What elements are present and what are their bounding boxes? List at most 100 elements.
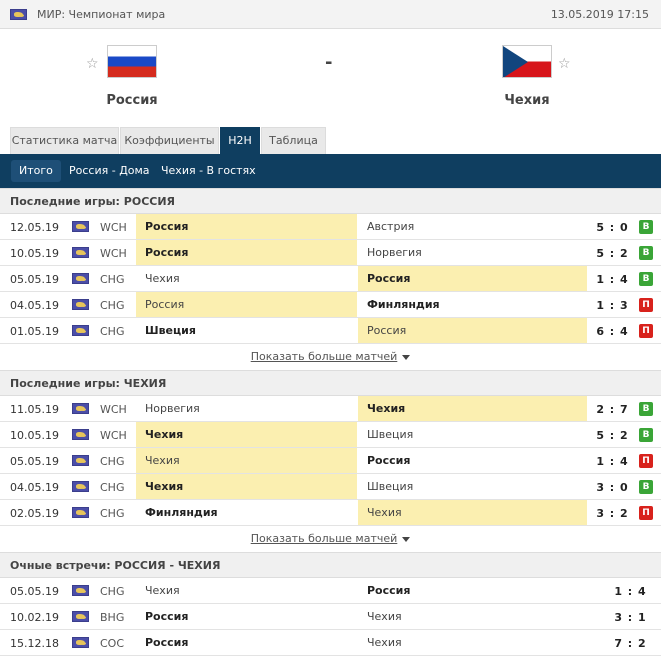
section-header: Последние игры: РОССИЯ: [0, 188, 661, 214]
match-score: 1 : 3: [596, 299, 629, 312]
subtab-russia-home[interactable]: Россия - Дома: [61, 160, 158, 182]
world-flag-icon: [72, 637, 89, 648]
match-score: 3 : 0: [596, 481, 629, 494]
match-date: 10.05.19: [10, 429, 59, 442]
section-header: Последние игры: ЧЕХИЯ: [0, 370, 661, 396]
czech-flag-icon: [502, 45, 552, 78]
world-flag-icon: [72, 403, 89, 414]
show-more-label[interactable]: Показать больше матчей: [251, 350, 398, 363]
competition-code: CHG: [100, 299, 125, 312]
match-date: 05.05.19: [10, 455, 59, 468]
away-team-name[interactable]: Чехия: [467, 93, 587, 108]
home-team-cell: Чехия: [145, 584, 180, 597]
away-team-cell: Австрия: [367, 220, 415, 233]
result-badge: П: [639, 454, 653, 468]
match-row[interactable]: 10.02.19 BHG Россия Чехия 3 : 1: [0, 604, 661, 630]
match-score: 5 : 0: [596, 221, 629, 234]
match-row[interactable]: 10.05.19 WCH Россия Норвегия 5 : 2 В: [0, 240, 661, 266]
match-date: 11.05.19: [10, 403, 59, 416]
world-flag-icon: [72, 325, 89, 336]
score-separator: -: [325, 52, 333, 73]
match-date: 05.05.19: [10, 273, 59, 286]
away-team-cell: Швеция: [367, 480, 414, 493]
home-team-cell: Россия: [136, 292, 357, 317]
match-row[interactable]: 01.05.19 CHG Швеция Россия 6 : 4 П: [0, 318, 661, 344]
result-badge: П: [639, 298, 653, 312]
match-row[interactable]: 12.05.19 WCH Россия Австрия 5 : 0 В: [0, 214, 661, 240]
match-row[interactable]: 05.05.19 CHG Чехия Россия 1 : 4 П: [0, 448, 661, 474]
section-header: Очные встречи: РОССИЯ - ЧЕХИЯ: [0, 552, 661, 578]
away-team-cell: Чехия: [367, 610, 402, 623]
tab-h2h[interactable]: H2H: [220, 127, 260, 154]
match-row[interactable]: 04.05.19 CHG Чехия Швеция 3 : 0 В: [0, 474, 661, 500]
away-team-cell: Норвегия: [367, 246, 422, 259]
match-score: 6 : 4: [596, 325, 629, 338]
match-score: 2 : 7: [596, 403, 629, 416]
match-date: 15.12.18: [10, 637, 59, 650]
away-team-cell: Финляндия: [367, 298, 440, 311]
h2h-subnav: Итого Россия - Дома Чехия - В гостях: [0, 154, 661, 188]
match-date: 10.02.19: [10, 611, 59, 624]
favorite-away-star-icon[interactable]: ☆: [558, 56, 571, 72]
result-badge: П: [639, 324, 653, 338]
competition-title[interactable]: МИР: Чемпионат мира: [37, 8, 165, 21]
tab-odds[interactable]: Коэффициенты: [120, 127, 219, 154]
away-team-cell: Чехия: [367, 636, 402, 649]
world-flag-icon: [72, 611, 89, 622]
match-row[interactable]: 02.05.19 CHG Финляндия Чехия 3 : 2 П: [0, 500, 661, 526]
match-score: 3 : 1: [614, 611, 647, 624]
competition-code: CHG: [100, 507, 125, 520]
tab-table[interactable]: Таблица: [261, 127, 326, 154]
competition-code: WCH: [100, 221, 127, 234]
away-team[interactable]: Чехия: [467, 45, 587, 108]
match-row[interactable]: 05.05.19 CHG Чехия Россия 1 : 4: [0, 578, 661, 604]
match-score: 5 : 2: [596, 247, 629, 260]
home-team[interactable]: Россия: [72, 45, 192, 108]
match-row[interactable]: 10.05.19 WCH Чехия Швеция 5 : 2 В: [0, 422, 661, 448]
world-flag-icon: [72, 221, 89, 232]
show-more-matches-link[interactable]: Показать больше матчей: [0, 526, 661, 552]
competition-code: WCH: [100, 403, 127, 416]
result-badge: В: [639, 272, 653, 286]
world-flag-icon: [72, 455, 89, 466]
match-score: 1 : 4: [596, 455, 629, 468]
world-flag-icon: [72, 481, 89, 492]
tab-match-stats[interactable]: Статистика матча: [10, 127, 119, 154]
competition-code: CHG: [100, 455, 125, 468]
home-team-name[interactable]: Россия: [72, 93, 192, 108]
competition-code: CHG: [100, 273, 125, 286]
result-badge: В: [639, 428, 653, 442]
home-team-cell: Норвегия: [145, 402, 200, 415]
subtab-overall[interactable]: Итого: [11, 160, 61, 182]
home-team-cell: Финляндия: [145, 506, 218, 519]
world-flag-icon: [72, 299, 89, 310]
match-score: 7 : 2: [614, 637, 647, 650]
match-row[interactable]: 04.05.19 CHG Россия Финляндия 1 : 3 П: [0, 292, 661, 318]
home-team-cell: Чехия: [136, 448, 357, 473]
away-team-cell: Россия: [367, 454, 411, 467]
competition-code: BHG: [100, 611, 125, 624]
result-badge: В: [639, 480, 653, 494]
result-badge: В: [639, 220, 653, 234]
competition-code: CHG: [100, 481, 125, 494]
subtab-czech-away[interactable]: Чехия - В гостях: [153, 160, 264, 182]
away-team-cell: Чехия: [358, 396, 587, 421]
home-team-cell: Чехия: [136, 422, 357, 447]
competition-code: CHG: [100, 585, 125, 598]
world-flag-icon: [72, 585, 89, 596]
show-more-label[interactable]: Показать больше матчей: [251, 532, 398, 545]
competition-code: WCH: [100, 247, 127, 260]
away-team-cell: Россия: [358, 318, 587, 343]
match-row[interactable]: 11.05.19 WCH Норвегия Чехия 2 : 7 В: [0, 396, 661, 422]
world-flag-icon: [72, 429, 89, 440]
match-row[interactable]: 15.12.18 COC Россия Чехия 7 : 2: [0, 630, 661, 656]
match-score: 3 : 2: [596, 507, 629, 520]
home-team-cell: Чехия: [145, 272, 180, 285]
match-score: 1 : 4: [596, 273, 629, 286]
show-more-matches-link[interactable]: Показать больше матчей: [0, 344, 661, 370]
home-team-cell: Чехия: [136, 474, 357, 499]
match-row[interactable]: 05.05.19 CHG Чехия Россия 1 : 4 В: [0, 266, 661, 292]
russia-flag-icon: [107, 45, 157, 78]
competition-code: CHG: [100, 325, 125, 338]
result-badge: В: [639, 402, 653, 416]
